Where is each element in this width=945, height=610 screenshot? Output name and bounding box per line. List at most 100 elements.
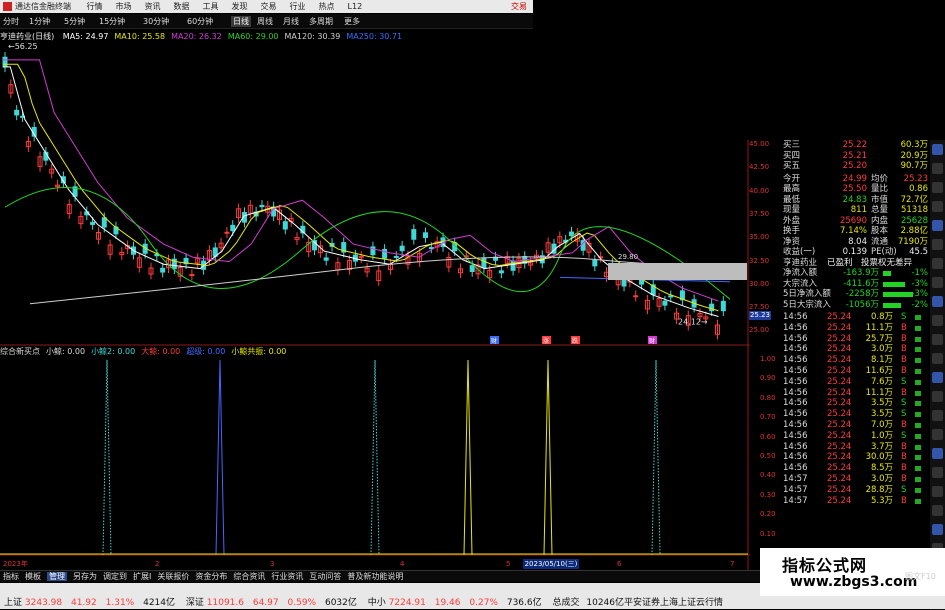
- bottom-tab[interactable]: 普及新功能说明: [347, 572, 403, 581]
- tick-time: 14:57: [783, 495, 808, 506]
- candle-body: [14, 109, 20, 116]
- bottom-tab[interactable]: 调定到: [103, 572, 127, 581]
- indicator-axis-label: 0.10: [760, 529, 776, 538]
- side-tool-icon[interactable]: [932, 410, 943, 421]
- period-tab[interactable]: 周线: [257, 16, 273, 27]
- menu-item[interactable]: 热点: [319, 2, 335, 11]
- bottom-tab[interactable]: 综合资讯: [233, 572, 265, 581]
- side-tool-icon[interactable]: [932, 201, 943, 212]
- bottom-tab[interactable]: 模板: [25, 572, 41, 581]
- menu-bar: 行情 市场 资讯 数据 工具 发现 交易 行业 热点 L12: [74, 2, 363, 11]
- menu-item[interactable]: 资讯: [145, 2, 161, 11]
- quote-value: 24.99: [842, 173, 867, 184]
- zx-index-name[interactable]: 中小: [368, 598, 386, 608]
- f10-link[interactable]: 图文F10: [905, 571, 936, 582]
- menu-item[interactable]: 行情: [87, 2, 103, 11]
- bottom-tab[interactable]: 另存为: [73, 572, 97, 581]
- tick-row: 14:56 25.24 7.0万 B: [783, 420, 928, 431]
- tick-price: 25.24: [827, 312, 852, 322]
- candle-body: [510, 260, 516, 271]
- tick-row: 14:56 25.24 8.1万 B: [783, 355, 928, 366]
- trade-menu[interactable]: 交易: [511, 0, 527, 13]
- side-tool-icon[interactable]: [932, 391, 943, 402]
- bottom-tab[interactable]: 关联报价: [157, 572, 189, 581]
- period-tab[interactable]: 60分钟: [187, 16, 213, 27]
- bottom-tab[interactable]: 资金分布: [195, 572, 227, 581]
- sz-index-name[interactable]: 深证: [186, 598, 204, 608]
- tick-time: 14:56: [783, 387, 808, 398]
- period-tab[interactable]: 30分钟: [143, 16, 169, 27]
- bottom-tab[interactable]: 行业资讯: [271, 572, 303, 581]
- event-mark[interactable]: 涨: [542, 336, 551, 345]
- period-tab[interactable]: 多周期: [309, 16, 333, 27]
- side-tool-icon[interactable]: [932, 220, 943, 231]
- menu-item[interactable]: 市场: [116, 2, 132, 11]
- quote-label: 最低: [783, 194, 801, 205]
- side-tool-icon[interactable]: [932, 429, 943, 440]
- menu-item[interactable]: 工具: [203, 2, 219, 11]
- menu-item[interactable]: 数据: [174, 2, 190, 11]
- side-tool-icon[interactable]: [932, 486, 943, 497]
- quote-row: 换手 7.14% 股本 2.88亿: [783, 226, 928, 237]
- bottom-tab[interactable]: 管理: [47, 572, 67, 581]
- sh-index-name[interactable]: 上证: [4, 598, 22, 608]
- period-tab[interactable]: 1分钟: [29, 16, 50, 27]
- quote-value2: 0.86: [909, 184, 928, 194]
- bottom-tab[interactable]: 指标: [3, 572, 19, 581]
- month-label: 7: [730, 560, 734, 568]
- menu-item[interactable]: 行业: [290, 2, 306, 11]
- menu-item[interactable]: L12: [348, 2, 363, 11]
- tick-price: 25.24: [827, 463, 852, 474]
- side-tool-icon[interactable]: [932, 182, 943, 193]
- side-tool-icon[interactable]: [932, 467, 943, 478]
- indicator-legend-item: 超级: 0.00: [186, 347, 226, 356]
- event-mark[interactable]: 跌: [571, 336, 580, 345]
- tick-side: B: [901, 441, 907, 452]
- side-tool-icon[interactable]: [932, 372, 943, 383]
- period-tab[interactable]: 日线: [231, 16, 251, 27]
- price-axis-label: 25.00: [749, 326, 770, 335]
- period-tab[interactable]: 5分钟: [64, 16, 85, 27]
- tick-time: 14:56: [783, 355, 808, 366]
- side-tool-icon[interactable]: [932, 144, 943, 155]
- side-tool-icon[interactable]: [932, 334, 943, 345]
- side-tool-icon[interactable]: [932, 163, 943, 174]
- quote-label2: 内盘: [871, 215, 889, 226]
- side-tool-icon[interactable]: [932, 258, 943, 269]
- quote-label: 收益(一): [783, 247, 816, 257]
- stock-info-row: 亨迪药业 已盈利 投票权无差异: [783, 258, 928, 269]
- tick-row: 14:57 25.24 5.3万 B: [783, 496, 928, 507]
- side-tool-icon[interactable]: [932, 448, 943, 459]
- stock-name[interactable]: 亨迪药业: [783, 258, 817, 269]
- period-tab[interactable]: 分时: [3, 16, 19, 27]
- side-tool-icon[interactable]: [932, 296, 943, 307]
- tick-volume: 3.5万: [870, 409, 893, 420]
- kline-chart[interactable]: ←56.25 24.12→ 财 涨 跌 财 2023年 2 3 4 5 6 7: [0, 40, 750, 570]
- event-mark[interactable]: 财: [648, 336, 657, 345]
- tick-row: 14:56 25.24 3.5万 S: [783, 398, 928, 409]
- total-label: 总成交: [552, 598, 580, 608]
- event-mark[interactable]: 财: [490, 336, 499, 345]
- flow-bar: [883, 271, 891, 276]
- bottom-tab[interactable]: 互动问答: [309, 572, 341, 581]
- indicator-legend[interactable]: 综合新买点 小鲸: 0.00 小鲸2: 0.00 大鲸: 0.00 超级: 0.00 小鲸…: [0, 347, 600, 357]
- period-tab[interactable]: 更多: [344, 16, 360, 27]
- candle-body: [90, 221, 96, 225]
- app-logo-icon: [3, 2, 12, 11]
- menu-item[interactable]: 交易: [261, 2, 277, 11]
- quote-value: 8.04: [848, 236, 867, 247]
- tick-row: 14:56 25.24 0.8万 S: [783, 312, 928, 323]
- period-tab[interactable]: 月线: [283, 16, 299, 27]
- side-tool-icon[interactable]: [932, 315, 943, 326]
- side-tool-icon[interactable]: [932, 524, 943, 535]
- side-tool-icon[interactable]: [932, 353, 943, 364]
- menu-item[interactable]: 发现: [232, 2, 248, 11]
- bottom-tab[interactable]: 扩展Ⅰ: [133, 572, 151, 581]
- candle-body: [662, 300, 668, 306]
- period-tab[interactable]: 15分钟: [99, 16, 125, 27]
- tick-volume: 7.6万: [870, 376, 893, 387]
- side-tool-icon[interactable]: [932, 239, 943, 250]
- side-tool-icon[interactable]: [932, 277, 943, 288]
- indicator-legend-item: 综合新买点: [0, 347, 40, 356]
- side-tool-icon[interactable]: [932, 505, 943, 516]
